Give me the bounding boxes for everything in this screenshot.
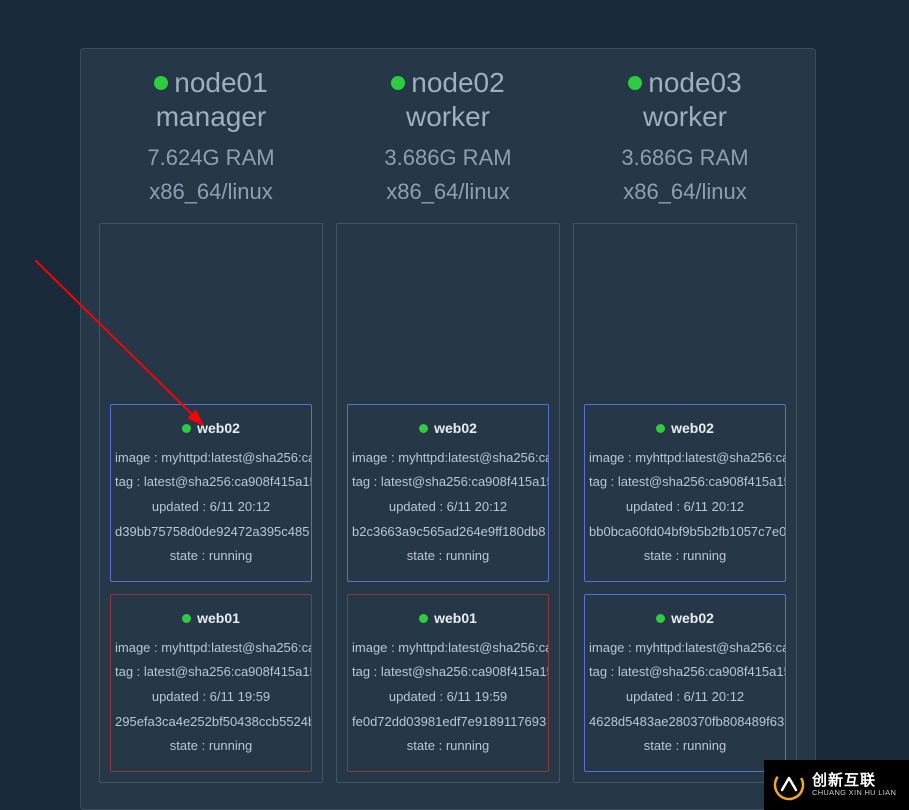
task-card[interactable]: web02 image : myhttpd:latest@sha256:ca t…	[110, 404, 312, 582]
task-image: image : myhttpd:latest@sha256:ca	[348, 446, 548, 471]
node-column: node01 manager 7.624G RAM x86_64/linux w…	[99, 49, 323, 809]
task-title: web01	[111, 605, 311, 632]
task-name: web01	[197, 605, 240, 632]
task-title: web02	[585, 605, 785, 632]
task-id: bb0bca60fd04bf9b5b2fb1057c7e0	[585, 520, 785, 545]
watermark-text-cn: 创新互联	[812, 773, 896, 790]
watermark-logo-icon	[772, 768, 806, 802]
status-dot-icon	[628, 76, 642, 90]
status-dot-icon	[656, 424, 665, 433]
watermark-text-en: CHUANG XIN HU LIAN	[812, 789, 896, 797]
cluster-panel: node01 manager 7.624G RAM x86_64/linux w…	[80, 48, 816, 810]
node-header[interactable]: node01 manager 7.624G RAM x86_64/linux	[147, 49, 274, 215]
node-column: node03 worker 3.686G RAM x86_64/linux we…	[573, 49, 797, 809]
task-tag: tag : latest@sha256:ca908f415a15	[585, 470, 785, 495]
node-ram: 3.686G RAM	[621, 145, 748, 171]
task-title: web02	[111, 415, 311, 442]
status-dot-icon	[391, 76, 405, 90]
status-dot-icon	[154, 76, 168, 90]
task-updated: updated : 6/11 20:12	[348, 495, 548, 520]
task-id: 4628d5483ae280370fb808489f63	[585, 710, 785, 735]
status-dot-icon	[419, 614, 428, 623]
node-arch: x86_64/linux	[621, 179, 748, 205]
task-name: web02	[434, 415, 477, 442]
status-dot-icon	[182, 424, 191, 433]
services-box: web02 image : myhttpd:latest@sha256:ca t…	[99, 223, 323, 783]
services-box: web02 image : myhttpd:latest@sha256:ca t…	[336, 223, 560, 783]
node-ram: 7.624G RAM	[147, 145, 274, 171]
task-image: image : myhttpd:latest@sha256:ca	[585, 636, 785, 661]
node-role: worker	[384, 101, 511, 133]
task-updated: updated : 6/11 20:12	[585, 685, 785, 710]
task-tag: tag : latest@sha256:ca908f415a15	[585, 660, 785, 685]
task-state: state : running	[348, 734, 548, 759]
task-updated: updated : 6/11 19:59	[348, 685, 548, 710]
task-title: web01	[348, 605, 548, 632]
task-updated: updated : 6/11 20:12	[585, 495, 785, 520]
node-header[interactable]: node03 worker 3.686G RAM x86_64/linux	[621, 49, 748, 215]
status-dot-icon	[182, 614, 191, 623]
node-column: node02 worker 3.686G RAM x86_64/linux we…	[336, 49, 560, 809]
task-state: state : running	[348, 544, 548, 569]
services-box: web02 image : myhttpd:latest@sha256:ca t…	[573, 223, 797, 783]
task-state: state : running	[111, 544, 311, 569]
task-name: web02	[671, 605, 714, 632]
watermark: 创新互联 CHUANG XIN HU LIAN	[764, 760, 909, 810]
task-id: fe0d72dd03981edf7e9189117693	[348, 710, 548, 735]
task-tag: tag : latest@sha256:ca908f415a15	[111, 470, 311, 495]
task-updated: updated : 6/11 19:59	[111, 685, 311, 710]
node-role: manager	[147, 101, 274, 133]
task-tag: tag : latest@sha256:ca908f415a15	[348, 660, 548, 685]
task-id: 295efa3ca4e252bf50438ccb5524b	[111, 710, 311, 735]
task-tag: tag : latest@sha256:ca908f415a15	[348, 470, 548, 495]
task-name: web02	[671, 415, 714, 442]
task-name: web01	[434, 605, 477, 632]
task-card[interactable]: web02 image : myhttpd:latest@sha256:ca t…	[347, 404, 549, 582]
node-arch: x86_64/linux	[384, 179, 511, 205]
node-ram: 3.686G RAM	[384, 145, 511, 171]
task-image: image : myhttpd:latest@sha256:ca	[111, 636, 311, 661]
node-title: node01	[147, 67, 274, 99]
task-title: web02	[348, 415, 548, 442]
task-tag: tag : latest@sha256:ca908f415a15	[111, 660, 311, 685]
task-state: state : running	[111, 734, 311, 759]
task-id: b2c3663a9c565ad264e9ff180db8	[348, 520, 548, 545]
task-state: state : running	[585, 734, 785, 759]
task-card[interactable]: web02 image : myhttpd:latest@sha256:ca t…	[584, 594, 786, 772]
task-id: d39bb75758d0de92472a395c485	[111, 520, 311, 545]
task-state: state : running	[585, 544, 785, 569]
status-dot-icon	[656, 614, 665, 623]
node-arch: x86_64/linux	[147, 179, 274, 205]
node-name: node01	[174, 67, 267, 99]
task-card[interactable]: web01 image : myhttpd:latest@sha256:ca t…	[110, 594, 312, 772]
task-updated: updated : 6/11 20:12	[111, 495, 311, 520]
node-title: node02	[384, 67, 511, 99]
task-card[interactable]: web01 image : myhttpd:latest@sha256:ca t…	[347, 594, 549, 772]
node-name: node03	[648, 67, 741, 99]
task-image: image : myhttpd:latest@sha256:ca	[585, 446, 785, 471]
node-header[interactable]: node02 worker 3.686G RAM x86_64/linux	[384, 49, 511, 215]
node-role: worker	[621, 101, 748, 133]
task-name: web02	[197, 415, 240, 442]
status-dot-icon	[419, 424, 428, 433]
task-image: image : myhttpd:latest@sha256:ca	[348, 636, 548, 661]
task-title: web02	[585, 415, 785, 442]
node-name: node02	[411, 67, 504, 99]
task-card[interactable]: web02 image : myhttpd:latest@sha256:ca t…	[584, 404, 786, 582]
node-title: node03	[621, 67, 748, 99]
task-image: image : myhttpd:latest@sha256:ca	[111, 446, 311, 471]
